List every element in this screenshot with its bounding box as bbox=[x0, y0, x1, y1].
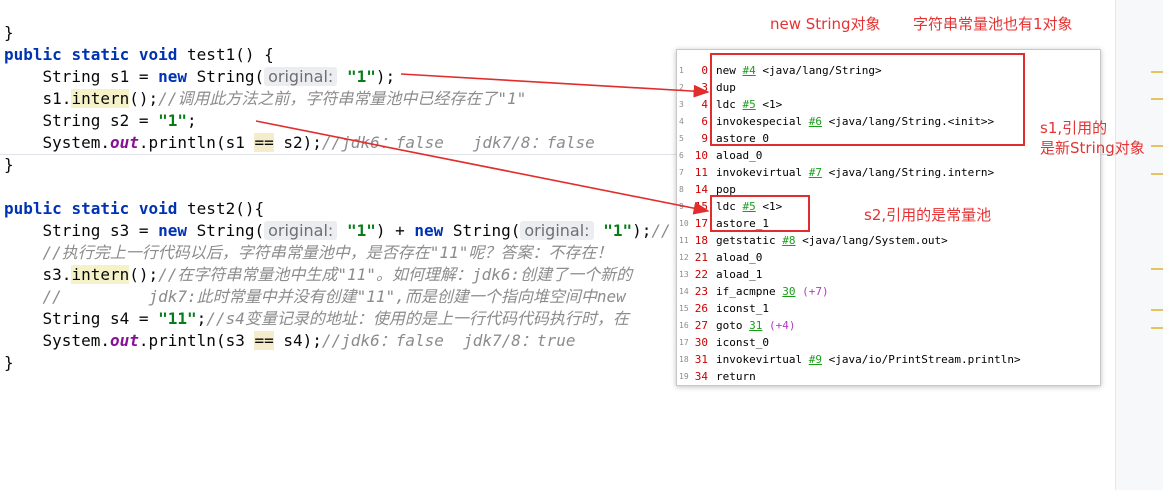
arrow-s2-to-bytecode bbox=[255, 120, 710, 215]
arrow-s1-to-bytecode bbox=[400, 73, 710, 98]
annotation-arrows bbox=[255, 73, 710, 215]
